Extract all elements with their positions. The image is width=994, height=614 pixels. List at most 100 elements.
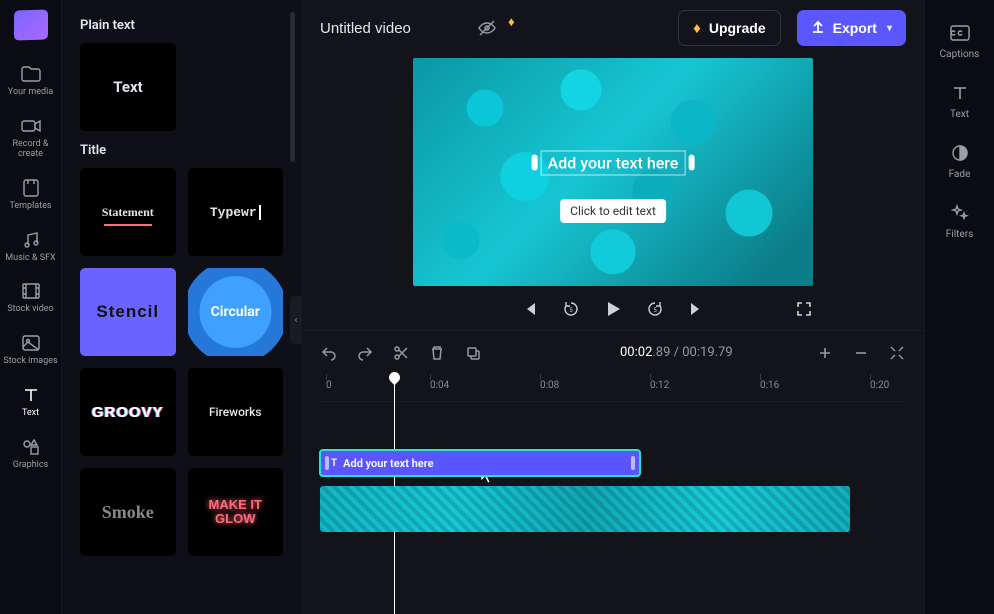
music-icon xyxy=(20,230,42,250)
ruler-tick: 0:12 xyxy=(650,380,669,391)
templates-icon xyxy=(20,178,42,198)
panel-scrollbar[interactable] xyxy=(290,12,295,162)
rail-music-sfx[interactable]: Music & SFX xyxy=(3,224,59,272)
timeline-toolbar: 00:02.89 / 00:19.79 xyxy=(302,330,924,374)
preview-canvas[interactable]: Add your text here Click to edit text xyxy=(413,58,813,286)
undo-icon[interactable] xyxy=(320,344,338,362)
clip-label: Add your text here xyxy=(343,457,433,470)
premium-indicator-icon: ♦ xyxy=(508,14,515,30)
rrail-label: Filters xyxy=(946,229,974,240)
rail-label: Stock video xyxy=(7,305,53,315)
svg-text:5: 5 xyxy=(569,307,573,314)
tile-stencil[interactable]: Stencil xyxy=(80,268,176,356)
video-clip[interactable] xyxy=(320,486,850,532)
fullscreen-icon[interactable] xyxy=(795,300,813,318)
edit-text-tooltip[interactable]: Click to edit text xyxy=(560,199,666,223)
tile-label: GROOVY xyxy=(92,404,164,421)
upgrade-button[interactable]: ♦ Upgrade xyxy=(678,10,780,46)
canvas-text-element[interactable]: Add your text here xyxy=(541,150,686,175)
rail-stock-images[interactable]: Stock images xyxy=(3,327,59,375)
captions-icon xyxy=(949,22,971,44)
tile-fireworks[interactable]: Fireworks xyxy=(188,368,284,456)
tracks: T Add your text here xyxy=(320,450,906,532)
timeline[interactable]: 00:040:080:120:160:20 T Add your text he… xyxy=(302,374,924,614)
rail-record-create[interactable]: Record & create xyxy=(3,110,59,168)
rail-your-media[interactable]: Your media xyxy=(3,58,59,106)
delete-icon[interactable] xyxy=(428,344,446,362)
zoom-in-icon[interactable] xyxy=(816,344,834,362)
tile-typewriter[interactable]: Typewr xyxy=(188,168,284,256)
timeline-ruler[interactable]: 00:040:080:120:160:20 xyxy=(320,374,906,402)
export-label: Export xyxy=(833,20,877,36)
rail-text[interactable]: Text xyxy=(3,379,59,427)
rewind-5-icon[interactable]: 5 xyxy=(562,300,580,318)
tile-groovy[interactable]: GROOVY xyxy=(80,368,176,456)
tile-label: Smoke xyxy=(102,502,154,523)
camera-icon xyxy=(20,116,42,136)
rail-label: Text xyxy=(22,409,39,419)
film-icon xyxy=(20,281,42,301)
time-sep: / xyxy=(670,345,682,360)
text-clip[interactable]: T Add your text here xyxy=(320,450,640,476)
folder-icon xyxy=(20,64,42,84)
left-nav-rail: Your media Record & create Templates Mus… xyxy=(0,0,62,614)
app-logo[interactable] xyxy=(14,9,48,40)
tile-label: Typewr xyxy=(210,205,261,220)
upload-icon xyxy=(811,20,825,37)
tooltip-label: Click to edit text xyxy=(570,204,656,218)
tile-plain-text[interactable]: Text xyxy=(80,43,176,131)
tile-label: Circular xyxy=(211,304,260,320)
play-icon[interactable] xyxy=(604,300,622,318)
zoom-fit-icon[interactable] xyxy=(888,344,906,362)
section-title-plain-text: Plain text xyxy=(80,18,283,33)
tile-make-it-glow[interactable]: MAKE IT GLOW xyxy=(188,468,284,556)
tile-label: Statement xyxy=(102,205,154,220)
rrail-label: Text xyxy=(950,109,969,120)
rrail-filters[interactable]: Filters xyxy=(930,194,990,248)
time-duration-frac: .79 xyxy=(715,345,733,360)
tile-statement[interactable]: Statement xyxy=(80,168,176,256)
export-button[interactable]: Export ▾ xyxy=(797,10,906,46)
duplicate-icon[interactable] xyxy=(464,344,482,362)
clip-trim-left[interactable] xyxy=(325,456,329,470)
resize-handle-right[interactable] xyxy=(688,155,694,171)
tile-label: Fireworks xyxy=(209,405,262,419)
ruler-tick: 0:08 xyxy=(540,380,559,391)
collapse-left-panel[interactable]: ‹ xyxy=(290,296,302,344)
stage-wrap: Add your text here Click to edit text 16… xyxy=(302,56,924,326)
ruler-tick: 0 xyxy=(326,380,332,391)
rrail-text[interactable]: Text xyxy=(930,74,990,128)
main-area: ‹ ♦ ♦ Upgrade Export ▾ Add your text her… xyxy=(302,0,924,614)
split-icon[interactable] xyxy=(392,344,410,362)
rrail-captions[interactable]: Captions xyxy=(930,14,990,68)
rail-graphics[interactable]: Graphics xyxy=(3,431,59,479)
rail-label: Record & create xyxy=(3,140,59,160)
ruler-tick: 0:16 xyxy=(760,380,779,391)
right-rail: Captions Text Fade Filters xyxy=(924,0,994,614)
ruler-tick: 0:20 xyxy=(870,380,889,391)
resize-handle-left[interactable] xyxy=(532,155,538,171)
rrail-fade[interactable]: Fade xyxy=(930,134,990,188)
forward-5-icon[interactable]: 5 xyxy=(646,300,664,318)
image-icon xyxy=(20,333,42,353)
clip-trim-right[interactable] xyxy=(631,456,635,470)
skip-end-icon[interactable] xyxy=(688,300,706,318)
rail-stock-video[interactable]: Stock video xyxy=(3,275,59,323)
visibility-off-icon[interactable] xyxy=(476,17,498,39)
video-title-input[interactable] xyxy=(320,20,460,37)
zoom-out-icon[interactable] xyxy=(852,344,870,362)
transport-controls: 5 5 xyxy=(413,300,813,318)
tile-label: Stencil xyxy=(96,302,159,322)
upgrade-label: Upgrade xyxy=(709,20,766,36)
tile-circular[interactable]: Circular xyxy=(188,268,284,356)
time-current-frac: .89 xyxy=(652,345,670,360)
rail-templates[interactable]: Templates xyxy=(3,172,59,220)
time-duration: 00:19 xyxy=(682,345,714,360)
tile-smoke[interactable]: Smoke xyxy=(80,468,176,556)
filters-icon xyxy=(949,202,971,224)
skip-start-icon[interactable] xyxy=(520,300,538,318)
section-title-title: Title xyxy=(80,143,283,158)
text-icon xyxy=(20,385,42,405)
fade-icon xyxy=(949,142,971,164)
redo-icon[interactable] xyxy=(356,344,374,362)
